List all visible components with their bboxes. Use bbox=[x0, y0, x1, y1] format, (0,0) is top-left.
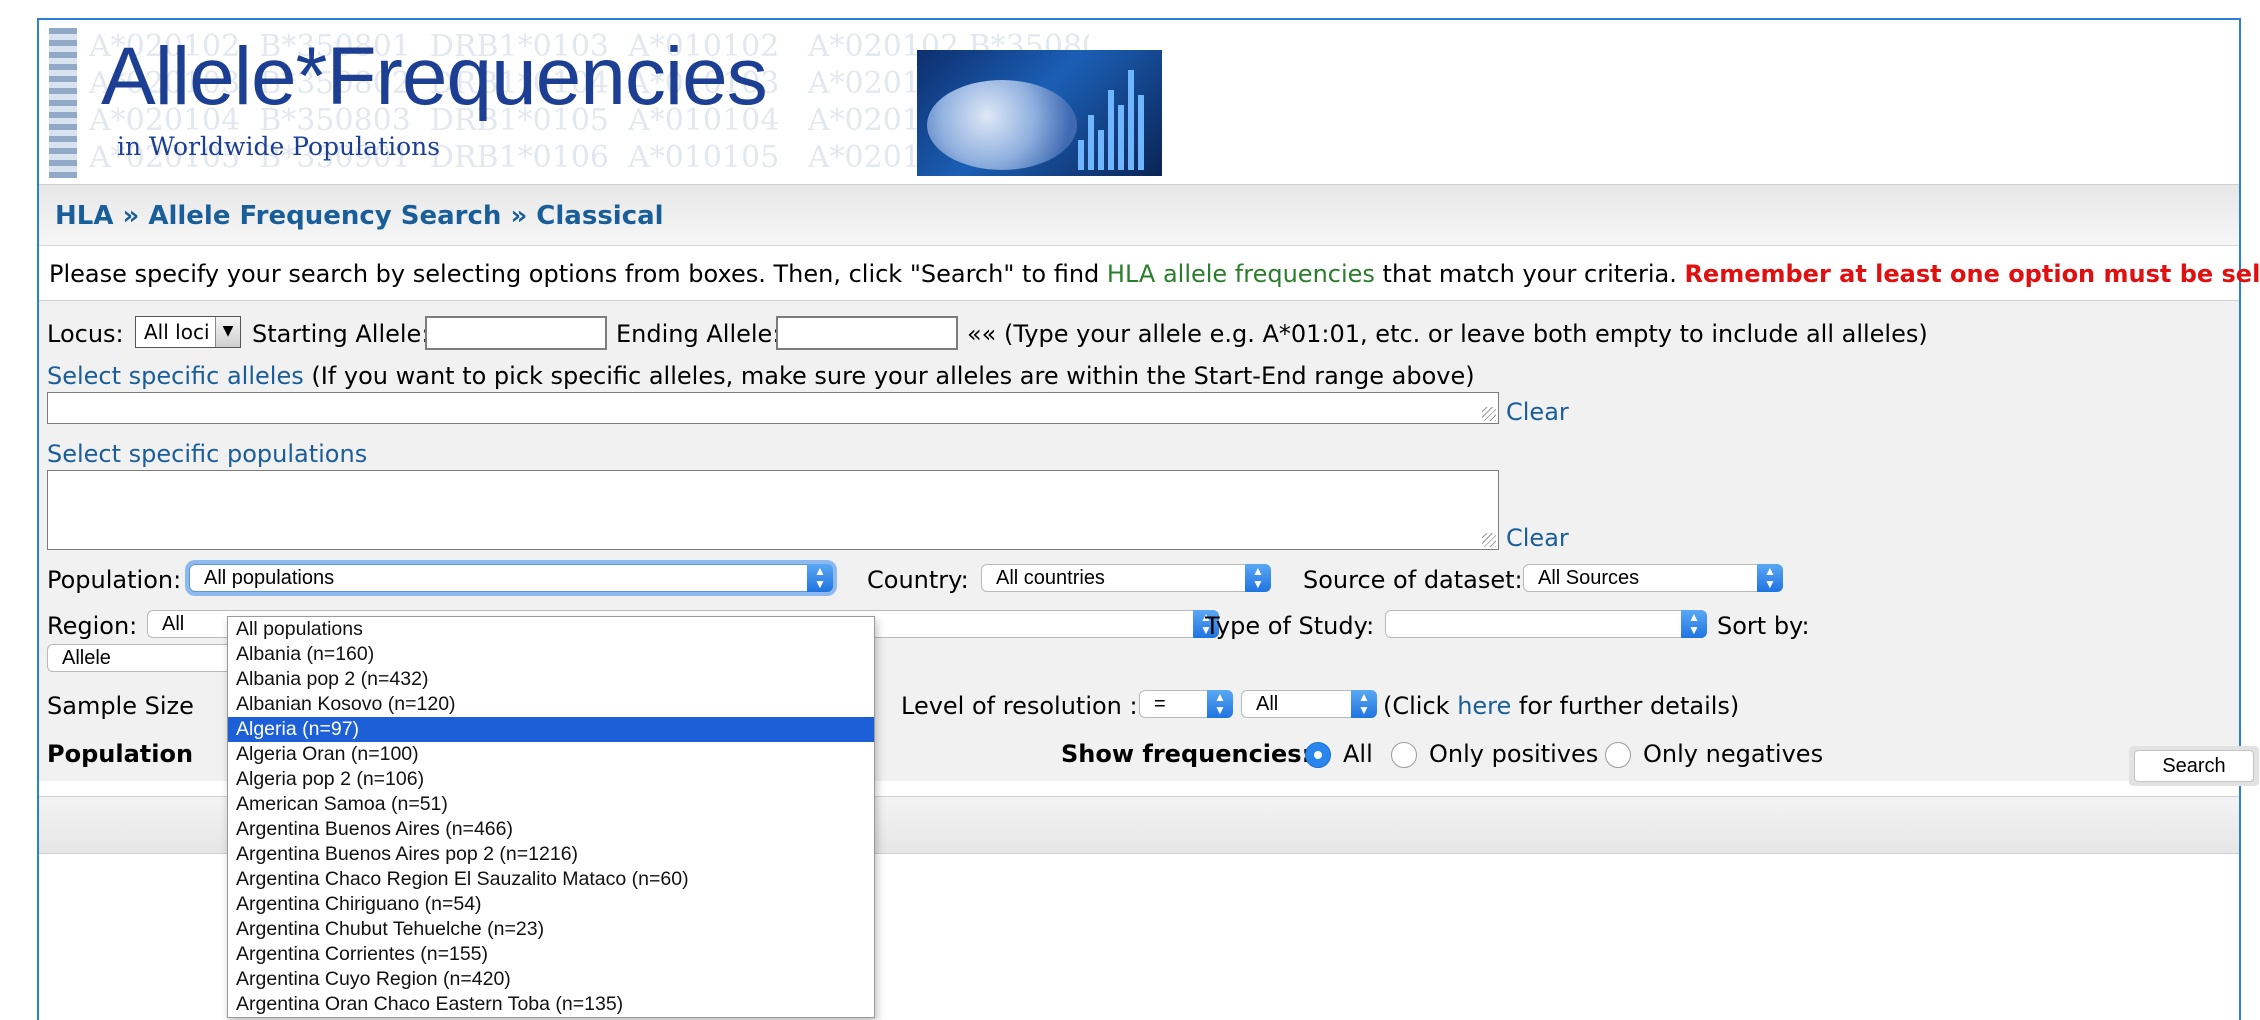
level-operator-value: = bbox=[1154, 693, 1166, 715]
ending-allele-input[interactable] bbox=[776, 316, 958, 350]
radio-only-negatives-label: Only negatives bbox=[1643, 740, 1824, 768]
population-option[interactable]: Argentina Cuyo Region (n=420) bbox=[228, 967, 874, 992]
population-option[interactable]: Argentina Corrientes (n=155) bbox=[228, 942, 874, 967]
select-arrows-icon: ▲▼ bbox=[1245, 564, 1271, 592]
site-logo-subtitle: in Worldwide Populations bbox=[117, 132, 441, 161]
click-post: for further details) bbox=[1511, 692, 1740, 720]
populations-textarea[interactable] bbox=[47, 470, 1499, 550]
level-details: (Click here for further details) bbox=[1383, 692, 1739, 720]
select-alleles-hint: (If you want to pick specific alleles, m… bbox=[303, 362, 1475, 390]
intro-part1: Please specify your search by selecting … bbox=[49, 260, 1107, 288]
region-select-value: All bbox=[162, 613, 185, 635]
source-label: Source of dataset: bbox=[1303, 566, 1523, 594]
bar-graphic bbox=[1078, 70, 1144, 170]
globe-chart-image bbox=[917, 50, 1162, 176]
locus-select[interactable]: All loci ▼ bbox=[135, 316, 241, 348]
population-option[interactable]: Albania (n=160) bbox=[228, 642, 874, 667]
select-arrows-icon: ▲▼ bbox=[1681, 610, 1707, 638]
warning-text: Remember at least one option must be sel… bbox=[1684, 260, 2260, 288]
population-option[interactable]: Argentina Chubut Tehuelche (n=23) bbox=[228, 917, 874, 942]
page-frame: A*020102 B*350801 DRB1*0103 A*010102 A*0… bbox=[37, 18, 2260, 1020]
population-option[interactable]: Argentina Chaco Region El Sauzalito Mata… bbox=[228, 867, 874, 892]
type-of-study-label: Type of Study: bbox=[1205, 612, 1375, 640]
starting-allele-label: Starting Allele: bbox=[252, 320, 430, 348]
radio-only-negatives[interactable] bbox=[1605, 742, 1631, 768]
level-of-resolution-label: Level of resolution : bbox=[901, 692, 1138, 720]
population-option[interactable]: All populations bbox=[228, 617, 874, 642]
chevron-down-icon: ▼ bbox=[215, 317, 240, 347]
population-select[interactable]: All populations ▲ ▼ bbox=[189, 564, 833, 592]
select-alleles-row: Select specific alleles (If you want to … bbox=[47, 362, 1475, 390]
population-option[interactable]: Algeria (n=97) bbox=[228, 717, 874, 742]
select-populations-link[interactable]: Select specific populations bbox=[47, 440, 367, 468]
population-bottom-label: Population bbox=[47, 740, 194, 768]
alleles-textarea[interactable] bbox=[47, 392, 1499, 424]
select-arrows-icon: ▲▼ bbox=[1351, 690, 1377, 718]
sort-by-label: Sort by: bbox=[1717, 612, 1810, 640]
radio-all-label: All bbox=[1343, 740, 1373, 768]
population-option[interactable]: Argentina Buenos Aires pop 2 (n=1216) bbox=[228, 842, 874, 867]
radio-all[interactable] bbox=[1305, 742, 1331, 768]
sort-by-value: Allele bbox=[62, 647, 111, 669]
population-option[interactable]: Argentina Chiriguano (n=54) bbox=[228, 892, 874, 917]
site-logo-title: Allele*Frequencies bbox=[101, 31, 768, 122]
source-select-value: All Sources bbox=[1538, 567, 1640, 589]
globe-icon bbox=[927, 80, 1077, 170]
level-select-value: All bbox=[1256, 693, 1279, 715]
clear-alleles-link[interactable]: Clear bbox=[1506, 398, 1569, 426]
type-of-study-select[interactable]: ▲ ▼ bbox=[1385, 610, 1707, 638]
population-option[interactable]: Algeria pop 2 (n=106) bbox=[228, 767, 874, 792]
hla-frequencies-link[interactable]: HLA allele frequencies bbox=[1107, 260, 1375, 288]
country-select[interactable]: All countries ▲ ▼ bbox=[981, 564, 1271, 592]
locus-select-value: All loci bbox=[144, 320, 210, 344]
population-option[interactable]: Argentina Oran Chaco Eastern Toba (n=135… bbox=[228, 992, 874, 1017]
population-option[interactable]: American Samoa (n=51) bbox=[228, 792, 874, 817]
population-label: Population: bbox=[47, 566, 182, 594]
intro-part2: that match your criteria. bbox=[1374, 260, 1685, 288]
site-banner[interactable]: A*020102 B*350801 DRB1*0103 A*010102 A*0… bbox=[49, 28, 1169, 178]
breadcrumb[interactable]: HLA » Allele Frequency Search » Classica… bbox=[55, 201, 664, 231]
locus-label: Locus: bbox=[47, 320, 124, 348]
population-select-value: All populations bbox=[204, 567, 335, 589]
search-button-label: Search bbox=[2134, 750, 2254, 782]
radio-only-positives[interactable] bbox=[1391, 742, 1417, 768]
level-operator-select[interactable]: = ▲ ▼ bbox=[1139, 690, 1233, 718]
country-label: Country: bbox=[867, 566, 969, 594]
select-arrows-icon: ▲▼ bbox=[1207, 690, 1233, 718]
select-arrows-icon: ▲▼ bbox=[807, 564, 833, 592]
sample-size-label: Sample Size bbox=[47, 692, 194, 720]
click-pre: (Click bbox=[1383, 692, 1458, 720]
select-alleles-link[interactable]: Select specific alleles bbox=[47, 362, 304, 390]
allele-hint: «« (Type your allele e.g. A*01:01, etc. … bbox=[967, 320, 1928, 348]
population-option[interactable]: Albania pop 2 (n=432) bbox=[228, 667, 874, 692]
level-select[interactable]: All ▲ ▼ bbox=[1241, 690, 1377, 718]
starting-allele-input[interactable] bbox=[425, 316, 607, 350]
here-link[interactable]: here bbox=[1457, 692, 1511, 720]
breadcrumb-bar: HLA » Allele Frequency Search » Classica… bbox=[39, 184, 2239, 246]
show-frequencies-label: Show frequencies: bbox=[1061, 740, 1312, 768]
ending-allele-label: Ending Allele: bbox=[616, 320, 781, 348]
search-button[interactable]: Search bbox=[2129, 746, 2259, 786]
radio-only-positives-label: Only positives bbox=[1429, 740, 1599, 768]
population-option[interactable]: Albanian Kosovo (n=120) bbox=[228, 692, 874, 717]
select-arrows-icon: ▲▼ bbox=[1757, 564, 1783, 592]
population-dropdown-list[interactable]: All populations Albania (n=160) Albania po… bbox=[227, 616, 875, 1018]
region-label: Region: bbox=[47, 612, 138, 640]
source-select[interactable]: All Sources ▲ ▼ bbox=[1523, 564, 1783, 592]
population-option[interactable]: Argentina Buenos Aires (n=466) bbox=[228, 817, 874, 842]
population-option[interactable]: Algeria Oran (n=100) bbox=[228, 742, 874, 767]
country-select-value: All countries bbox=[996, 567, 1105, 589]
intro-text: Please specify your search by selecting … bbox=[49, 260, 2260, 288]
dna-strip-graphic bbox=[49, 28, 77, 178]
clear-populations-link[interactable]: Clear bbox=[1506, 524, 1569, 552]
